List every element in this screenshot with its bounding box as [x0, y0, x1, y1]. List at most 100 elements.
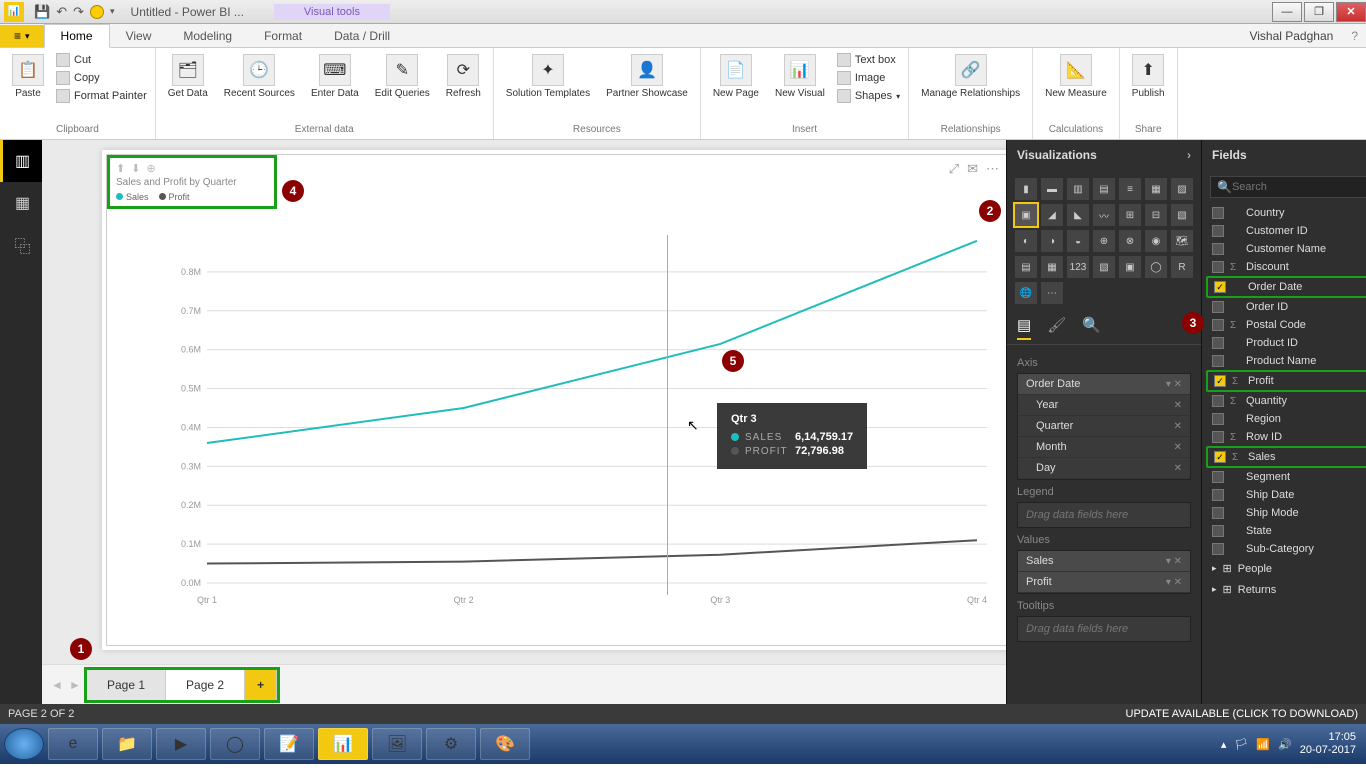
- field-segment[interactable]: Segment: [1206, 468, 1366, 486]
- tooltips-well[interactable]: Drag data fields here: [1017, 616, 1191, 642]
- tab-modeling[interactable]: Modeling: [167, 25, 248, 47]
- viz-type-27[interactable]: R: [1171, 256, 1193, 278]
- checkbox-icon[interactable]: ✓: [1214, 375, 1226, 387]
- viz-type-0[interactable]: ▮: [1015, 178, 1037, 200]
- values-well[interactable]: Sales▾ ✕ Profit▾ ✕: [1017, 550, 1191, 594]
- add-page-button[interactable]: +: [245, 670, 277, 700]
- viz-type-4[interactable]: ≡: [1119, 178, 1141, 200]
- viz-type-22[interactable]: ▦: [1041, 256, 1063, 278]
- axis-well[interactable]: Order Date▾ ✕ Year✕ Quarter✕ Month✕ Day✕: [1017, 373, 1191, 480]
- analytics-tab-icon[interactable]: 🔍: [1082, 316, 1101, 340]
- tab-view[interactable]: View: [110, 25, 168, 47]
- start-button[interactable]: [4, 728, 44, 760]
- minimize-button[interactable]: —: [1272, 2, 1302, 22]
- viz-type-2[interactable]: ▥: [1067, 178, 1089, 200]
- table-people[interactable]: ▸⊞People: [1206, 558, 1366, 579]
- viz-type-17[interactable]: ⊕: [1093, 230, 1115, 252]
- enter-data-button[interactable]: ⌨Enter Data: [307, 52, 363, 101]
- viz-type-25[interactable]: ▣: [1119, 256, 1141, 278]
- tray-up-icon[interactable]: ▴: [1221, 738, 1227, 751]
- refresh-button[interactable]: ⟳Refresh: [442, 52, 485, 101]
- qat-dropdown-icon[interactable]: ▾: [110, 6, 115, 17]
- viz-type-12[interactable]: ⊟: [1145, 204, 1167, 226]
- edit-queries-button[interactable]: ✎Edit Queries: [371, 52, 434, 101]
- taskbar-media-icon[interactable]: ▶: [156, 728, 206, 760]
- field-qty[interactable]: ΣQuantity: [1206, 392, 1366, 410]
- update-available-link[interactable]: UPDATE AVAILABLE (CLICK TO DOWNLOAD): [1126, 708, 1358, 720]
- legend-well[interactable]: Drag data fields here: [1017, 502, 1191, 528]
- field-country[interactable]: Country: [1206, 204, 1366, 222]
- drill-up-icon[interactable]: ⬆: [116, 162, 125, 175]
- image-button[interactable]: Image: [837, 70, 900, 86]
- table-returns[interactable]: ▸⊞Returns: [1206, 579, 1366, 600]
- checkbox-icon[interactable]: [1212, 395, 1224, 407]
- pages-next-icon[interactable]: ►: [66, 678, 84, 692]
- close-button[interactable]: ✕: [1336, 2, 1366, 22]
- checkbox-icon[interactable]: [1212, 431, 1224, 443]
- taskbar-chrome-icon[interactable]: ◯: [210, 728, 260, 760]
- field-postal[interactable]: ΣPostal Code: [1206, 316, 1366, 334]
- viz-type-11[interactable]: ⊞: [1119, 204, 1141, 226]
- taskbar-clock[interactable]: 17:05 20-07-2017: [1300, 731, 1356, 757]
- field-shipmode[interactable]: Ship Mode: [1206, 504, 1366, 522]
- data-view-icon[interactable]: ▦: [0, 182, 42, 224]
- chevron-right-icon[interactable]: ›: [1187, 148, 1191, 162]
- checkbox-icon[interactable]: [1212, 225, 1224, 237]
- tray-volume-icon[interactable]: 🔊: [1278, 738, 1292, 751]
- file-tab[interactable]: ≡▾: [0, 25, 44, 47]
- checkbox-icon[interactable]: [1212, 543, 1224, 555]
- export-icon[interactable]: ✉: [967, 161, 978, 177]
- viz-type-14[interactable]: ◐: [1015, 230, 1037, 252]
- checkbox-icon[interactable]: [1212, 471, 1224, 483]
- model-view-icon[interactable]: ⿻: [0, 224, 42, 266]
- save-icon[interactable]: 💾: [34, 4, 50, 20]
- field-discount[interactable]: ΣDiscount: [1206, 258, 1366, 276]
- tray-network-icon[interactable]: 📶: [1256, 738, 1270, 751]
- field-state[interactable]: State: [1206, 522, 1366, 540]
- field-orderdate[interactable]: ✓Order Date: [1206, 276, 1366, 298]
- viz-type-23[interactable]: 123: [1067, 256, 1089, 278]
- checkbox-icon[interactable]: [1212, 525, 1224, 537]
- viz-type-16[interactable]: ◒: [1067, 230, 1089, 252]
- visual-tools-tab[interactable]: Visual tools: [274, 4, 390, 20]
- viz-type-20[interactable]: 🗺: [1171, 230, 1193, 252]
- undo-icon[interactable]: ↶: [56, 4, 67, 20]
- viz-type-8[interactable]: ◢: [1041, 204, 1063, 226]
- viz-type-28[interactable]: 🌐: [1015, 282, 1037, 304]
- checkbox-icon[interactable]: [1212, 355, 1224, 367]
- viz-type-18[interactable]: ⊗: [1119, 230, 1141, 252]
- field-region[interactable]: Region: [1206, 410, 1366, 428]
- user-name[interactable]: Vishal Padghan: [1239, 25, 1343, 47]
- chart-plot-area[interactable]: 0.0M0.1M0.2M0.3M0.4M0.5M0.6M0.7M0.8MQtr …: [167, 223, 997, 613]
- viz-type-15[interactable]: ◑: [1041, 230, 1063, 252]
- partner-showcase-button[interactable]: 👤Partner Showcase: [602, 52, 692, 101]
- pages-prev-icon[interactable]: ◄: [48, 678, 66, 692]
- viz-type-9[interactable]: ◣: [1067, 204, 1089, 226]
- search-input[interactable]: [1232, 181, 1366, 193]
- field-custname[interactable]: Customer Name: [1206, 240, 1366, 258]
- viz-type-6[interactable]: ▨: [1171, 178, 1193, 200]
- new-page-button[interactable]: 📄New Page: [709, 52, 763, 101]
- maximize-button[interactable]: ❐: [1304, 2, 1334, 22]
- field-orderid[interactable]: Order ID: [1206, 298, 1366, 316]
- viz-type-21[interactable]: ▤: [1015, 256, 1037, 278]
- cut-button[interactable]: Cut: [56, 52, 147, 68]
- publish-button[interactable]: ⬆Publish: [1128, 52, 1169, 101]
- viz-type-1[interactable]: ▬: [1041, 178, 1063, 200]
- tab-datadrill[interactable]: Data / Drill: [318, 25, 406, 47]
- get-data-button[interactable]: 🗂Get Data: [164, 52, 212, 101]
- smiley-icon[interactable]: [90, 5, 104, 19]
- focus-mode-icon[interactable]: ⤢: [949, 161, 959, 177]
- paste-button[interactable]: 📋Paste: [8, 52, 48, 101]
- report-page[interactable]: ⤢ ✉ ⋯ ⬆ ⬇ ⊕ Sales and Profit by Quarter …: [102, 150, 1006, 650]
- checkbox-icon[interactable]: ✓: [1214, 451, 1226, 463]
- copy-button[interactable]: Copy: [56, 70, 147, 86]
- field-profit[interactable]: ✓ΣProfit: [1206, 370, 1366, 392]
- new-visual-button[interactable]: 📊New Visual: [771, 52, 829, 101]
- field-rowid[interactable]: ΣRow ID: [1206, 428, 1366, 446]
- shapes-button[interactable]: Shapes▾: [837, 88, 900, 104]
- field-custid[interactable]: Customer ID: [1206, 222, 1366, 240]
- viz-type-19[interactable]: ◉: [1145, 230, 1167, 252]
- viz-type-5[interactable]: ▦: [1145, 178, 1167, 200]
- viz-type-29[interactable]: ⋯: [1041, 282, 1063, 304]
